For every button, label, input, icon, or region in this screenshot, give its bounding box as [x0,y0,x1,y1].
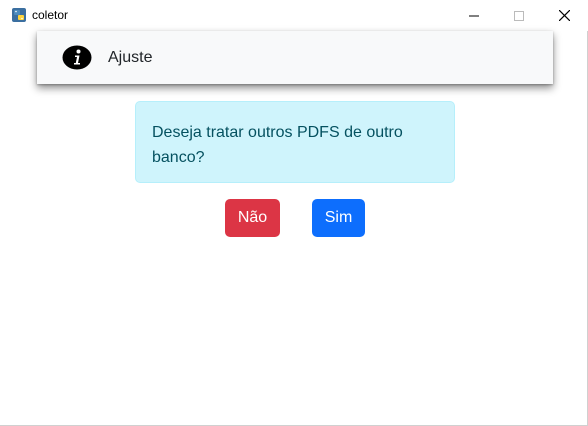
window-title: coletor [32,8,69,22]
yes-button[interactable]: Sim [312,199,365,237]
app-window: coletor Ajuste Deseja tratar outros PDFS… [0,0,588,426]
close-icon [558,10,570,21]
minimize-icon [469,15,479,16]
message-alert: Deseja tratar outros PDFS de outro banco… [135,101,455,183]
header-card: Ajuste [37,31,553,84]
minimize-button[interactable] [451,0,497,31]
info-icon [62,45,92,70]
message-text: Deseja tratar outros PDFS de outro banco… [152,124,403,166]
title-bar[interactable]: coletor [0,0,588,31]
python-icon [12,8,26,22]
maximize-icon [514,10,524,21]
no-button[interactable]: Não [225,199,280,237]
maximize-button[interactable] [496,0,542,31]
close-button[interactable] [541,0,587,31]
header-title: Ajuste [108,49,153,66]
